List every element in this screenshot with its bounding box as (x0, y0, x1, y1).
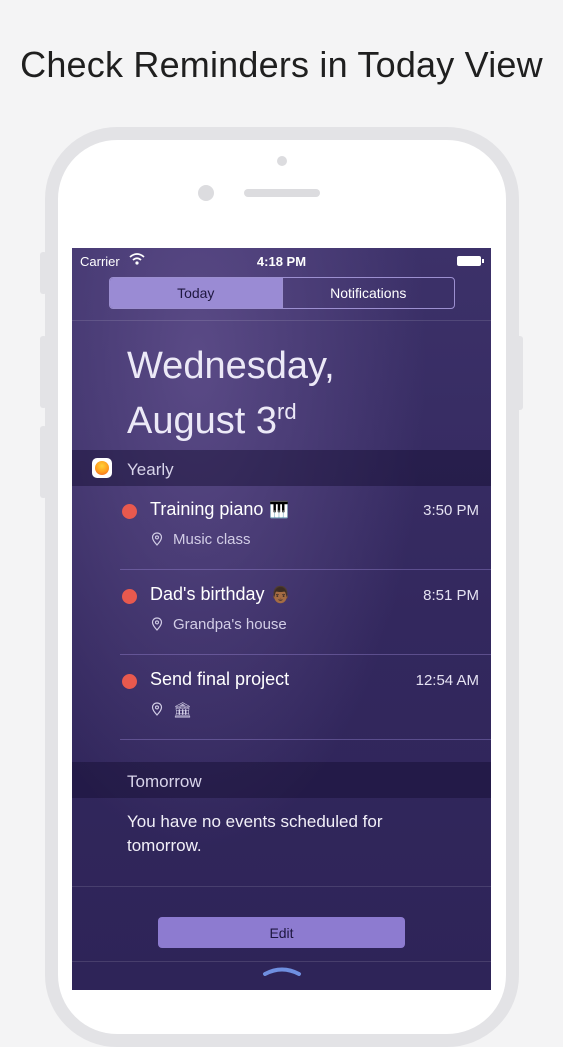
reminder-row[interactable]: Send final project 12:54 AM 🏛 (72, 656, 491, 740)
phone-power-button (516, 336, 523, 410)
reminder-location: Music class (173, 531, 251, 548)
view-segmented-control: Today Notifications (109, 277, 455, 309)
date-heading: Wednesday, August 3rd (127, 343, 335, 444)
date-day: August 3rd (127, 389, 335, 444)
yearly-app-icon (92, 458, 112, 478)
widget-header-yearly[interactable]: Yearly (72, 450, 491, 486)
grabber-handle-icon[interactable] (262, 966, 302, 976)
classical-building-icon: 🏛 (173, 702, 193, 719)
reminder-status-dot (122, 504, 137, 519)
reminder-title-text: Dad's birthday (150, 584, 265, 604)
reminder-time: 8:51 PM (423, 587, 479, 604)
date-month-day: August 3 (127, 400, 277, 442)
divider (72, 320, 491, 321)
phone-volume-down-button (40, 426, 47, 498)
date-weekday: Wednesday, (127, 345, 335, 387)
location-pin-icon (151, 702, 163, 716)
reminder-title-text: Training piano (150, 499, 264, 519)
no-events-message: You have no events scheduled for tomorro… (127, 812, 383, 855)
reminder-time: 3:50 PM (423, 502, 479, 519)
reminder-status-dot (122, 589, 137, 604)
status-bar: Carrier 4:18 PM (72, 248, 491, 274)
reminder-title: Training piano 🎹 (150, 499, 289, 520)
section-header-tomorrow: Tomorrow (72, 762, 491, 798)
row-divider (120, 654, 491, 655)
reminder-row[interactable]: Dad's birthday 👨🏾 8:51 PM Grandpa's house (72, 571, 491, 655)
date-ordinal-suffix: rd (277, 399, 297, 424)
tomorrow-title: Tomorrow (127, 772, 202, 791)
man-emoji-icon: 👨🏾 (270, 587, 291, 604)
headline: Check Reminders in Today View (20, 44, 543, 85)
phone-side-button-top (40, 252, 47, 294)
divider (72, 961, 491, 962)
tab-today[interactable]: Today (110, 278, 282, 308)
location-pin-icon (151, 532, 163, 546)
battery-icon (457, 256, 484, 266)
phone-volume-up-button (40, 336, 47, 408)
today-view-screen: Carrier 4:18 PM Today Notifications Wedn… (72, 248, 491, 990)
phone-proximity-sensor (277, 156, 287, 166)
reminder-status-dot (122, 674, 137, 689)
status-time: 4:18 PM (256, 254, 307, 269)
reminder-title: Send final project (150, 669, 290, 689)
reminder-title: Dad's birthday 👨🏾 (150, 584, 290, 605)
location-pin-icon (151, 617, 163, 631)
reminder-time: 12:54 AM (415, 672, 479, 689)
reminder-row[interactable]: Training piano 🎹 3:50 PM Music class (72, 486, 491, 570)
widget-title: Yearly (127, 460, 174, 479)
tab-notifications[interactable]: Notifications (281, 278, 455, 308)
row-divider (120, 739, 491, 740)
phone-earpiece-speaker (244, 189, 320, 197)
piano-emoji-icon: 🎹 (269, 502, 290, 519)
edit-button[interactable]: Edit (158, 917, 405, 948)
phone-front-camera (198, 185, 214, 201)
row-divider (120, 569, 491, 570)
divider (72, 886, 491, 887)
reminder-location: Grandpa's house (173, 616, 287, 633)
